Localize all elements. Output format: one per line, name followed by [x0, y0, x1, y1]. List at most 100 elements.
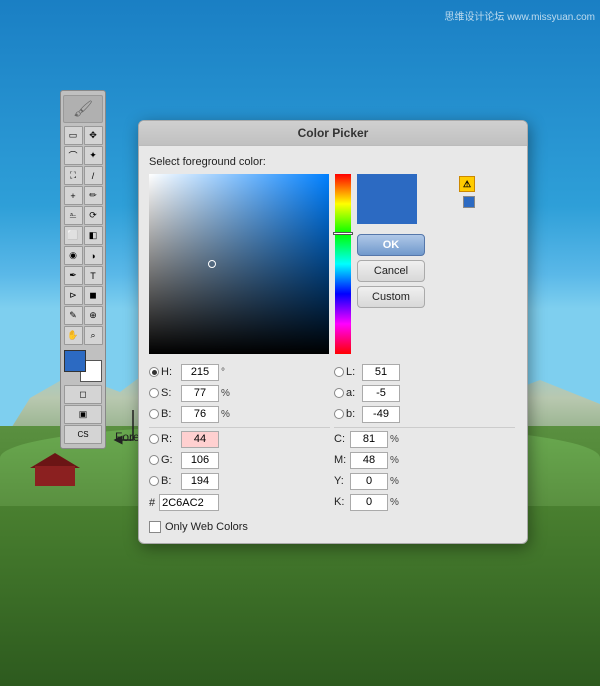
hue-unit: °	[221, 367, 235, 378]
toolbar-row-6: ⬜ ◧	[64, 226, 103, 245]
dialog-top-label: Select foreground color:	[149, 156, 515, 168]
saturation-input[interactable]	[181, 385, 219, 402]
lasso-tool[interactable]: ⌒	[64, 146, 83, 165]
saturation-row: S: %	[149, 383, 330, 403]
red-input[interactable]	[181, 431, 219, 448]
magic-wand-tool[interactable]: ✦	[84, 146, 103, 165]
lab-b-input[interactable]	[362, 406, 400, 423]
hue-radio[interactable]	[149, 367, 159, 377]
move-tool[interactable]: ✥	[84, 126, 103, 145]
crop-tool[interactable]: ⛶	[64, 166, 83, 185]
saturation-radio[interactable]	[149, 388, 159, 398]
lab-a-label: a:	[346, 387, 360, 399]
dialog-titlebar: Color Picker	[139, 121, 527, 146]
brightness-unit: %	[221, 409, 235, 420]
path-tool[interactable]: ⊳	[64, 286, 83, 305]
lab-l-row: L:	[334, 362, 515, 382]
lab-l-label: L:	[346, 366, 360, 378]
cs-tool[interactable]: CS	[64, 425, 102, 444]
toolbar-row-2: ⌒ ✦	[64, 146, 103, 165]
gradient-tool[interactable]: ◧	[84, 226, 103, 245]
dialog-buttons: OK Cancel Custom	[357, 234, 457, 308]
saturation-unit: %	[221, 388, 235, 399]
toolbar: 🖌 ▭ ✥ ⌒ ✦ ⛶ / + ✏ ⎁ ⟳ ⬜ ◧ ◉ ◑ ✒ T ⊳ ◼ ✎ …	[60, 90, 106, 449]
cyan-unit: %	[390, 434, 404, 445]
lab-a-input[interactable]	[362, 385, 400, 402]
eraser-tool[interactable]: ⬜	[64, 226, 83, 245]
ok-button[interactable]: OK	[357, 234, 425, 256]
web-colors-checkbox[interactable]	[149, 521, 161, 533]
magenta-input[interactable]	[350, 452, 388, 469]
healing-tool[interactable]: +	[64, 186, 83, 205]
pen-tool[interactable]: ✒	[64, 266, 83, 285]
shape-tool[interactable]: ◼	[84, 286, 103, 305]
hand-tool[interactable]: ✋	[64, 326, 83, 345]
color-preview-area: ⚠	[357, 174, 457, 224]
hue-slider	[335, 174, 351, 354]
lab-b-label: b:	[346, 408, 360, 420]
black-input[interactable]	[350, 494, 388, 511]
green-input[interactable]	[181, 452, 219, 469]
dialog-body: Select foreground color: ⚠	[139, 146, 527, 543]
color-boxes	[64, 350, 102, 382]
divider-2	[334, 427, 515, 428]
hue-input[interactable]	[181, 364, 219, 381]
yellow-label: Y:	[334, 475, 348, 487]
history-brush-tool[interactable]: ⟳	[84, 206, 103, 225]
zoom-tool[interactable]: ⌕	[84, 326, 103, 345]
blue-label: B:	[161, 475, 179, 487]
eyedropper-tool[interactable]: ⊕	[84, 306, 103, 325]
quick-mask-tool[interactable]: ◻	[64, 385, 102, 404]
lab-a-radio[interactable]	[334, 388, 344, 398]
right-panel: ⚠ OK Cancel Custom	[357, 174, 457, 308]
marquee-rect-tool[interactable]: ▭	[64, 126, 83, 145]
toolbar-row-13: ▣	[64, 405, 102, 424]
brush-tool[interactable]: ✏	[84, 186, 103, 205]
gradient-field[interactable]	[149, 174, 329, 354]
current-color-swatch	[357, 199, 417, 224]
cyan-row: C: %	[334, 429, 515, 449]
yellow-unit: %	[390, 476, 404, 487]
blue-radio[interactable]	[149, 476, 159, 486]
hex-input[interactable]	[159, 494, 219, 511]
lab-l-radio[interactable]	[334, 367, 344, 377]
green-row: G:	[149, 450, 330, 470]
color-picker-dialog: Color Picker Select foreground color:	[138, 120, 528, 544]
green-radio[interactable]	[149, 455, 159, 465]
text-tool[interactable]: T	[84, 266, 103, 285]
stamp-tool[interactable]: ⎁	[64, 206, 83, 225]
yellow-input[interactable]	[350, 473, 388, 490]
brightness-input[interactable]	[181, 406, 219, 423]
gamut-warning-icon[interactable]: ⚠	[459, 176, 475, 192]
blur-tool[interactable]: ◉	[64, 246, 83, 265]
black-unit: %	[390, 497, 404, 508]
custom-button[interactable]: Custom	[357, 286, 425, 308]
lab-a-row: a:	[334, 383, 515, 403]
yellow-row: Y: %	[334, 471, 515, 491]
hue-slider-container[interactable]	[335, 174, 351, 354]
small-color-swatch[interactable]	[463, 196, 475, 208]
toolbar-row-1: ▭ ✥	[64, 126, 103, 145]
red-row: R:	[149, 429, 330, 449]
blue-input[interactable]	[181, 473, 219, 490]
cancel-button[interactable]: Cancel	[357, 260, 425, 282]
foreground-color-box[interactable]	[64, 350, 86, 372]
screen-mode-tool[interactable]: ▣	[64, 405, 102, 424]
hue-label: H:	[161, 366, 179, 378]
black-row: K: %	[334, 492, 515, 512]
lab-l-input[interactable]	[362, 364, 400, 381]
slice-tool[interactable]: /	[84, 166, 103, 185]
red-radio[interactable]	[149, 434, 159, 444]
cyan-input[interactable]	[350, 431, 388, 448]
brush-icon: 🖌	[73, 99, 93, 119]
brightness-radio[interactable]	[149, 409, 159, 419]
blue-row: B:	[149, 471, 330, 491]
hue-row: H: °	[149, 362, 330, 382]
magenta-row: M: %	[334, 450, 515, 470]
dodge-tool[interactable]: ◑	[84, 246, 103, 265]
web-colors-label: Only Web Colors	[165, 521, 248, 533]
toolbar-row-3: ⛶ /	[64, 166, 103, 185]
lab-b-radio[interactable]	[334, 409, 344, 419]
notes-tool[interactable]: ✎	[64, 306, 83, 325]
brightness-row: B: %	[149, 404, 330, 424]
